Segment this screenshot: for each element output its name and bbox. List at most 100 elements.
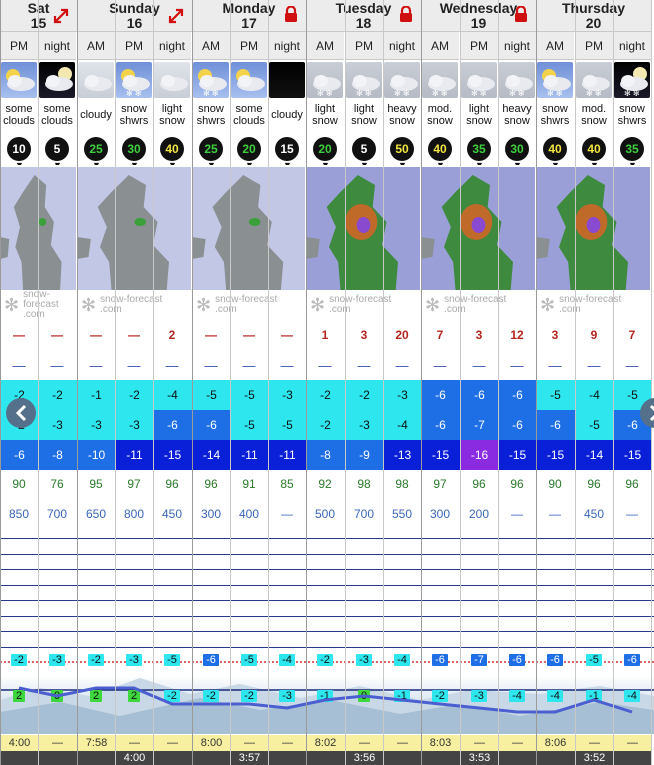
wind-arrow-icon: ▼ bbox=[475, 160, 484, 165]
sunrise-time: 8:02 bbox=[306, 735, 345, 751]
weather-word: light bbox=[314, 103, 336, 115]
weather-word: shwrs bbox=[540, 115, 570, 127]
chart-gridline bbox=[0, 584, 654, 586]
temperature-value: -9 bbox=[345, 440, 384, 470]
weather-word: snow bbox=[466, 115, 492, 127]
sunrise-time: — bbox=[613, 735, 652, 751]
sunrise-time: — bbox=[230, 735, 269, 751]
weather-icon-cell: ✻ ✻ bbox=[575, 61, 613, 99]
period-label: night bbox=[613, 32, 651, 60]
sunset-time bbox=[383, 751, 422, 765]
wind-arrow-icon: ▼ bbox=[321, 160, 330, 165]
weather-description: snow shwrs bbox=[536, 100, 574, 130]
sun-snow-icon: ✻ ✻ bbox=[193, 62, 229, 98]
temperature-value: -3 bbox=[115, 410, 154, 440]
day-header[interactable]: Sunday 16 bbox=[77, 0, 192, 32]
humidity-value: 85 bbox=[280, 477, 294, 491]
rain-amount: — bbox=[395, 357, 409, 373]
temperature-value: -11 bbox=[230, 440, 269, 470]
day-date: 18 bbox=[355, 14, 372, 31]
humidity-value: 98 bbox=[357, 477, 371, 491]
wind-arrow-icon: ▼ bbox=[130, 160, 139, 165]
expand-arrow-icon[interactable] bbox=[167, 7, 185, 25]
snow-map[interactable] bbox=[421, 167, 535, 290]
snow-cloud-icon: ✻ ✻ bbox=[461, 62, 497, 98]
freezing-level-value: 450 bbox=[161, 507, 183, 521]
freezing-level-value: 450 bbox=[583, 507, 605, 521]
wind-speed-disc: 25 ▼ bbox=[84, 137, 108, 165]
period-label: AM bbox=[421, 32, 459, 60]
wind-speed-disc: 20 ▼ bbox=[313, 137, 337, 165]
chart-gridline bbox=[0, 538, 654, 539]
scroll-left-button[interactable] bbox=[6, 398, 36, 428]
snow-map[interactable] bbox=[536, 167, 650, 290]
period-label: night bbox=[153, 32, 191, 60]
temperature-value: -1 bbox=[77, 380, 116, 410]
sunset-time bbox=[268, 751, 307, 765]
humidity-value: 96 bbox=[510, 477, 524, 491]
humidity-value: 96 bbox=[625, 477, 639, 491]
wind-speed-disc: 40 ▼ bbox=[543, 137, 567, 165]
freezing-level-value: 700 bbox=[353, 507, 375, 521]
day-header[interactable]: Monday 17 bbox=[192, 0, 306, 32]
temperature-value: -5 bbox=[230, 410, 269, 440]
day-header[interactable]: Thursday 20 bbox=[536, 0, 651, 32]
weather-description: mod. snow bbox=[421, 100, 459, 130]
temperature-trend-line bbox=[18, 686, 633, 714]
snow-amount: — bbox=[128, 328, 140, 342]
rain-amount: — bbox=[204, 357, 218, 373]
snowflake-icon: ✻ bbox=[540, 295, 556, 315]
weather-description: cloudy bbox=[268, 100, 306, 130]
map-watermark: ✻ snow-forecast .com bbox=[196, 292, 302, 318]
weather-word: snow bbox=[121, 103, 147, 115]
sunrise-time: — bbox=[498, 735, 537, 751]
weather-word: mod. bbox=[427, 103, 453, 115]
snow-amount: — bbox=[90, 328, 102, 342]
sun-cloud-icon bbox=[1, 62, 37, 98]
weather-word: snow bbox=[198, 103, 224, 115]
sun-cloud-icon bbox=[231, 62, 267, 98]
lock-icon[interactable] bbox=[284, 6, 298, 22]
snow-map[interactable] bbox=[192, 167, 305, 290]
svg-text:✻ ✻: ✻ ✻ bbox=[624, 89, 640, 98]
weather-word: snow bbox=[312, 115, 338, 127]
temperature-value: -8 bbox=[38, 440, 77, 470]
humidity-value: 90 bbox=[548, 477, 562, 491]
period-label: PM bbox=[575, 32, 613, 60]
weather-word: some bbox=[5, 103, 33, 115]
watermark-line: .com bbox=[444, 304, 466, 315]
temperature-value: -2 bbox=[306, 410, 345, 440]
wind-cell: 30 ▼ bbox=[498, 133, 536, 165]
lock-icon[interactable] bbox=[514, 6, 528, 22]
snow-map[interactable] bbox=[306, 167, 420, 290]
weather-word: snow bbox=[581, 115, 607, 127]
weather-description: some clouds bbox=[0, 100, 38, 130]
column-divider bbox=[421, 0, 422, 765]
snowflake-icon: ✻ bbox=[196, 295, 212, 315]
temperature-value: -5 bbox=[536, 380, 575, 410]
rain-amount: — bbox=[357, 357, 371, 373]
rain-amount: — bbox=[280, 357, 294, 373]
watermark-line: snow-forecast bbox=[23, 289, 59, 310]
freezing-level-value: 300 bbox=[429, 507, 451, 521]
rain-amount: — bbox=[433, 357, 447, 373]
column-divider bbox=[306, 0, 307, 765]
snow-map[interactable] bbox=[77, 167, 191, 290]
weather-word: cloudy bbox=[80, 109, 112, 121]
lock-icon[interactable] bbox=[399, 6, 413, 22]
humidity-value: 90 bbox=[12, 477, 26, 491]
day-header[interactable]: Wednesday 19 bbox=[421, 0, 536, 32]
expand-arrow-icon[interactable] bbox=[52, 7, 70, 25]
weather-description: light snow bbox=[153, 100, 191, 130]
cloud-icon bbox=[78, 62, 114, 98]
weather-word: light bbox=[161, 103, 183, 115]
snow-cloud-icon: ✻ ✻ bbox=[499, 62, 535, 98]
day-header[interactable]: Tuesday 18 bbox=[306, 0, 421, 32]
temperature-value: -15 bbox=[153, 440, 192, 470]
weather-word: light bbox=[353, 103, 375, 115]
chart-gridline bbox=[0, 600, 654, 601]
sunset-time bbox=[498, 751, 537, 765]
period-label: PM bbox=[0, 32, 38, 60]
wind-arrow-icon: ▼ bbox=[360, 160, 369, 165]
temperature-value: -3 bbox=[268, 380, 307, 410]
